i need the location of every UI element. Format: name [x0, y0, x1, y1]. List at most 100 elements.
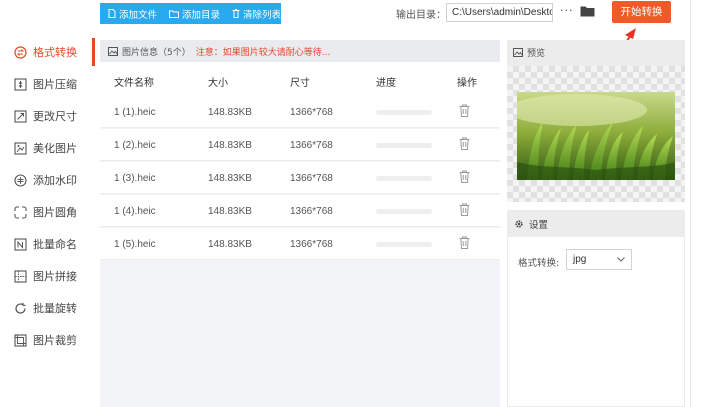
- preview-panel: 预览: [507, 40, 685, 202]
- compress-icon: [14, 77, 27, 91]
- clear-list-label: 清除列表: [243, 9, 282, 21]
- round-corner-icon: [14, 205, 27, 219]
- folder-icon: [169, 10, 180, 18]
- format-select[interactable]: jpg: [566, 249, 632, 270]
- file-size-cell: 148.83KB: [208, 140, 252, 151]
- sidebar-item-format-convert[interactable]: 格式转换: [0, 38, 96, 66]
- open-folder-icon[interactable]: [580, 5, 595, 17]
- file-name-cell: 1 (2).heic: [114, 140, 156, 151]
- app-window: 添加文件 添加目录 清除列表 输出目录： C:\Users\admin\Desk…: [0, 0, 701, 407]
- settings-title: 设置: [529, 220, 549, 231]
- rename-icon: [14, 237, 27, 251]
- start-convert-button[interactable]: 开始转换: [612, 1, 671, 23]
- window-edge: [690, 0, 691, 407]
- sidebar-item-round-corner[interactable]: 图片圆角: [0, 198, 96, 226]
- table-row[interactable]: 1 (2).heic 148.83KB 1366*768: [100, 129, 500, 161]
- settings-header: 设置: [508, 211, 684, 237]
- output-dir-label: 输出目录：: [396, 10, 446, 21]
- delete-icon[interactable]: [459, 203, 470, 216]
- column-header-progress: 进度: [376, 78, 396, 89]
- file-info-note: 注意：如果图片较大请耐心等待...: [195, 47, 331, 58]
- delete-icon[interactable]: [459, 137, 470, 150]
- progress-bar: [376, 176, 432, 181]
- file-toolbar: 添加文件 添加目录 清除列表: [100, 3, 281, 24]
- progress-bar: [376, 209, 432, 214]
- file-dimensions-cell: 1366*768: [290, 173, 333, 184]
- table-row[interactable]: 1 (1).heic 148.83KB 1366*768: [100, 96, 500, 128]
- image-icon: [513, 47, 523, 57]
- clear-list-button[interactable]: 清除列表: [224, 3, 285, 24]
- format-select-value: jpg: [573, 254, 587, 265]
- resize-icon: [14, 109, 27, 123]
- preview-header: 预览: [507, 40, 685, 64]
- file-name-cell: 1 (5).heic: [114, 239, 156, 250]
- add-folder-button[interactable]: 添加目录: [161, 3, 224, 24]
- file-name-cell: 1 (3).heic: [114, 173, 156, 184]
- settings-panel: 设置 格式转换: jpg: [507, 210, 685, 407]
- sidebar-item-label: 批量旋转: [33, 302, 77, 315]
- format-convert-icon: [14, 45, 27, 59]
- sidebar-item-label: 图片圆角: [33, 206, 77, 219]
- sidebar-item-label: 更改尺寸: [33, 110, 77, 123]
- table-row[interactable]: 1 (3).heic 148.83KB 1366*768: [100, 162, 500, 194]
- file-info-bar: 图片信息（5个） 注意：如果图片较大请耐心等待...: [100, 40, 500, 62]
- sidebar-item-beautify[interactable]: 美化图片: [0, 134, 96, 162]
- progress-bar: [376, 110, 432, 115]
- add-folder-label: 添加目录: [182, 9, 221, 21]
- trash-icon: [232, 9, 240, 18]
- stitch-icon: [14, 269, 27, 283]
- delete-icon[interactable]: [459, 104, 470, 117]
- sidebar-item-label: 格式转换: [33, 46, 77, 59]
- sidebar-item-compress[interactable]: 图片压缩: [0, 70, 96, 98]
- sidebar-item-label: 批量命名: [33, 238, 77, 251]
- rotate-icon: [15, 302, 26, 314]
- progress-bar: [376, 143, 432, 148]
- file-size-cell: 148.83KB: [208, 107, 252, 118]
- file-dimensions-cell: 1366*768: [290, 239, 333, 250]
- add-file-button[interactable]: 添加文件: [100, 3, 161, 24]
- preview-image: [517, 92, 675, 180]
- preview-title: 预览: [527, 48, 546, 59]
- column-header-action: 操作: [457, 78, 477, 89]
- delete-icon[interactable]: [459, 236, 470, 249]
- sidebar-item-label: 添加水印: [33, 174, 77, 187]
- sidebar-item-rotate[interactable]: 批量旋转: [0, 294, 96, 322]
- file-icon: [108, 9, 116, 18]
- file-name-cell: 1 (1).heic: [114, 107, 156, 118]
- file-size-cell: 148.83KB: [208, 173, 252, 184]
- sidebar-item-rename[interactable]: 批量命名: [0, 230, 96, 258]
- sidebar-item-label: 图片拼接: [33, 270, 77, 283]
- format-label: 格式转换:: [518, 258, 560, 269]
- sidebar-item-crop[interactable]: 图片裁剪: [0, 326, 96, 354]
- file-dimensions-cell: 1366*768: [290, 140, 333, 151]
- sidebar-item-label: 图片压缩: [33, 78, 77, 91]
- delete-icon[interactable]: [459, 170, 470, 183]
- column-header-name: 文件名称: [114, 78, 154, 89]
- table-row[interactable]: 1 (4).heic 148.83KB 1366*768: [100, 195, 500, 227]
- file-dimensions-cell: 1366*768: [290, 107, 333, 118]
- sidebar-item-resize[interactable]: 更改尺寸: [0, 102, 96, 130]
- table-header: 文件名称 大小 尺寸 进度 操作: [100, 62, 500, 96]
- file-list-panel: 图片信息（5个） 注意：如果图片较大请耐心等待... 文件名称 大小 尺寸 进度…: [100, 40, 500, 407]
- watermark-icon: [14, 173, 27, 187]
- sidebar-item-label: 图片裁剪: [33, 334, 77, 347]
- file-size-cell: 148.83KB: [208, 239, 252, 250]
- sidebar: 格式转换 图片压缩 更改尺寸 美化图片 添加水印 图片圆角 批量命名 图片拼接: [0, 30, 96, 407]
- image-icon: [108, 46, 118, 56]
- browse-more-button[interactable]: ···: [560, 4, 574, 17]
- file-dimensions-cell: 1366*768: [290, 206, 333, 217]
- progress-bar: [376, 242, 432, 247]
- column-header-dimensions: 尺寸: [290, 78, 310, 89]
- table-row[interactable]: 1 (5).heic 148.83KB 1366*768: [100, 228, 500, 260]
- file-info-title: 图片信息（5个）: [122, 47, 191, 58]
- column-header-size: 大小: [208, 78, 228, 89]
- beautify-icon: [14, 141, 27, 155]
- output-dir-field[interactable]: C:\Users\admin\Deskto: [446, 3, 553, 22]
- file-name-cell: 1 (4).heic: [114, 206, 156, 217]
- sidebar-item-watermark[interactable]: 添加水印: [0, 166, 96, 194]
- crop-icon: [14, 333, 27, 347]
- gear-icon: [515, 220, 523, 228]
- sidebar-item-stitch[interactable]: 图片拼接: [0, 262, 96, 290]
- file-size-cell: 148.83KB: [208, 206, 252, 217]
- add-file-label: 添加文件: [119, 9, 158, 21]
